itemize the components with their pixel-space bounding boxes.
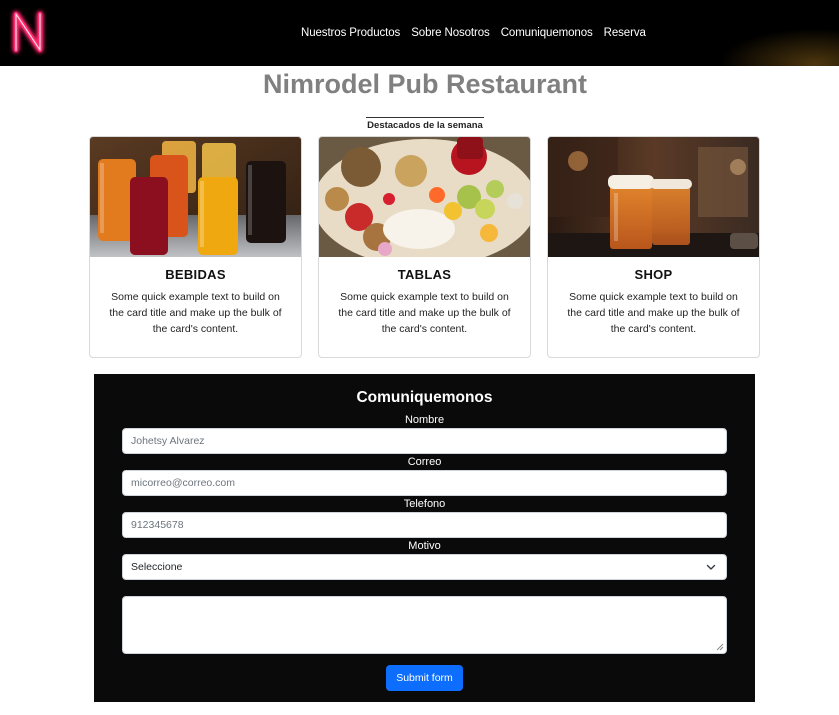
form-title: Comuniquemonos [356,389,493,406]
reason-label: Motivo [408,540,441,552]
chevron-down-icon [706,564,716,570]
card-text: Some quick example text to build on the … [109,291,282,335]
beer-glasses-image [548,137,759,257]
card-bebidas[interactable]: BEBIDAS Some quick example text to build… [89,136,302,358]
name-label: Nombre [404,414,445,426]
card-title: BEBIDAS [165,267,226,282]
message-textarea[interactable] [122,596,727,654]
email-label: Correo [407,456,442,468]
submit-button[interactable]: Submit form [386,665,463,691]
email-input[interactable] [122,470,727,496]
page-title: Nimrodel Pub Restaurant [262,69,588,99]
nav-link-comuniquemonos[interactable]: Comuniquemonos [501,24,593,42]
nav-link-reserva[interactable]: Reserva [604,24,646,42]
reason-selected-value: Seleccione [131,561,183,573]
card-title: TABLAS [397,267,452,282]
nav-link-sobre-nosotros[interactable]: Sobre Nosotros [411,24,490,42]
card-title: SHOP [634,267,673,282]
drinks-image [90,137,301,257]
resize-grip-icon[interactable] [716,643,724,651]
card-text: Some quick example text to build on the … [567,291,740,335]
name-input[interactable] [122,428,727,454]
contact-form: Comuniquemonos Nombre Correo Telefono Mo… [94,374,755,702]
featured-label: Destacados de la semana [367,120,483,131]
phone-label: Telefono [403,498,446,510]
card-text: Some quick example text to build on the … [338,291,511,335]
phone-input[interactable] [122,512,727,538]
neon-n-logo-icon[interactable] [6,6,50,58]
featured-divider [366,117,484,118]
navbar: Nuestros Productos Sobre Nosotros Comuni… [0,0,839,66]
reason-select[interactable]: Seleccione [122,554,727,580]
nav-menu: Nuestros Productos Sobre Nosotros Comuni… [301,24,646,42]
card-tablas[interactable]: TABLAS Some quick example text to build … [318,136,531,358]
card-shop[interactable]: SHOP Some quick example text to build on… [547,136,760,358]
nav-link-nuestros-productos[interactable]: Nuestros Productos [301,24,400,42]
food-board-image [319,137,530,257]
navbar-glow [719,28,839,66]
